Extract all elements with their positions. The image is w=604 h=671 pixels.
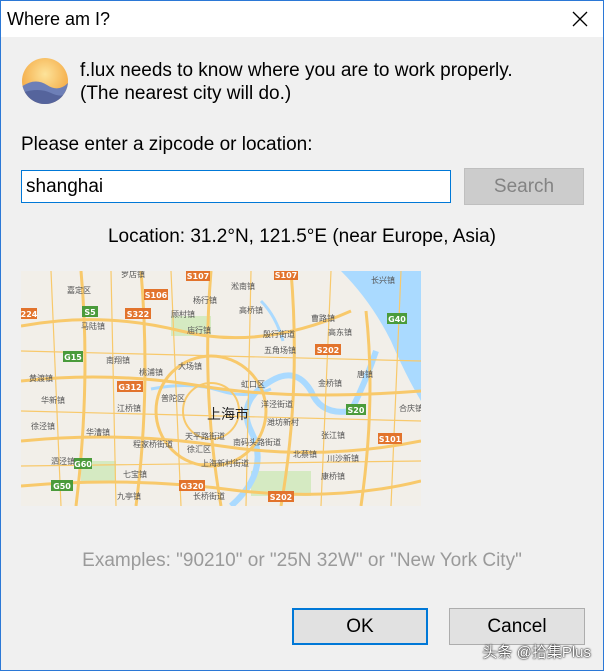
map-place-label: 嘉定区 bbox=[67, 285, 91, 295]
close-icon bbox=[572, 11, 588, 27]
map-place-label: 泗泾镇 bbox=[51, 456, 75, 466]
map-city-label: 上海市 bbox=[207, 406, 249, 423]
map-place-label: 杨行镇 bbox=[193, 295, 217, 305]
map-place-label: 庙行镇 bbox=[187, 325, 211, 335]
map-place-label: 虹口区 bbox=[241, 380, 265, 389]
map-place-label: 合庆镇 bbox=[399, 403, 421, 413]
map-road-badge: S107 bbox=[187, 272, 209, 281]
map-place-label: 顾村镇 bbox=[171, 309, 195, 319]
map-place-label: 五角场镇 bbox=[264, 345, 296, 355]
map-place-label: 江桥镇 bbox=[117, 403, 141, 413]
map-place-label: 川沙新镇 bbox=[327, 453, 359, 463]
map-road-badge: G320 bbox=[180, 482, 204, 491]
map-place-label: 华新镇 bbox=[41, 395, 65, 405]
location-prompt-label: Please enter a zipcode or location: bbox=[21, 134, 313, 155]
location-input[interactable] bbox=[21, 170, 451, 203]
map-place-label: 淞南镇 bbox=[231, 281, 255, 291]
map-place-label: 南码头路街道 bbox=[233, 437, 281, 447]
map-road-badge: S106 bbox=[145, 291, 168, 300]
map-place-label: 南翔镇 bbox=[106, 355, 130, 365]
map-place-label: 高东镇 bbox=[328, 327, 352, 337]
info-message: f.lux needs to know where you are to wor… bbox=[80, 59, 513, 105]
map-place-label: 潍坊新村 bbox=[267, 417, 299, 427]
dialog-window: Where am I? f.lux needs to know where yo… bbox=[0, 0, 604, 671]
map-road-badge: S322 bbox=[127, 310, 149, 319]
map-place-label: 徐泾镇 bbox=[31, 421, 55, 431]
map-place-label: 洋泾街道 bbox=[261, 399, 293, 409]
search-button[interactable]: Search bbox=[464, 168, 584, 205]
map-place-label: 马陆镇 bbox=[81, 321, 105, 331]
map-road-badge: S107 bbox=[275, 271, 297, 280]
map-road-badge: G312 bbox=[118, 383, 141, 392]
cancel-button[interactable]: Cancel bbox=[449, 608, 585, 645]
map-place-label: 桃浦镇 bbox=[139, 367, 163, 377]
map-road-badge: S5 bbox=[84, 308, 96, 317]
map-place-label: 罗店镇 bbox=[121, 271, 145, 279]
map-place-label: 天平路街道 bbox=[185, 431, 225, 441]
message-line-2: (The nearest city will do.) bbox=[80, 83, 292, 104]
location-map[interactable]: S107 S106 S5 S322 G15 G312 S202 G40 S20 … bbox=[21, 271, 421, 506]
window-title: Where am I? bbox=[7, 9, 111, 29]
map-place-label: 长桥街道 bbox=[193, 491, 225, 501]
map-place-label: 上海新村街道 bbox=[201, 458, 249, 468]
ok-button[interactable]: OK bbox=[292, 608, 428, 645]
map-place-label: 北蔡镇 bbox=[293, 449, 317, 459]
map-road-badge: G50 bbox=[53, 482, 71, 491]
map-place-label: 程家桥街道 bbox=[133, 439, 173, 449]
message-line-1: f.lux needs to know where you are to wor… bbox=[80, 60, 513, 81]
map-place-label: 金桥镇 bbox=[318, 378, 342, 388]
map-place-label: 殷行街道 bbox=[263, 329, 295, 339]
map-place-label: 华漕镇 bbox=[86, 427, 110, 437]
map-place-label: 九亭镇 bbox=[117, 491, 141, 501]
watermark: 头条 @拾集Plus bbox=[482, 644, 591, 661]
map-road-badge: S202 bbox=[317, 346, 339, 355]
map-place-label: 大场镇 bbox=[178, 361, 202, 371]
flux-logo-icon bbox=[22, 58, 68, 104]
map-place-label: 普陀区 bbox=[161, 393, 185, 403]
map-place-label: 康桥镇 bbox=[321, 471, 345, 481]
examples-hint: Examples: "90210" or "25N 32W" or "New Y… bbox=[82, 550, 522, 571]
close-button[interactable] bbox=[557, 1, 603, 37]
map-road-badge: S202 bbox=[270, 493, 292, 502]
map-place-label: 长兴镇 bbox=[371, 275, 395, 285]
map-road-badge: S20 bbox=[348, 406, 365, 415]
map-road-badge: G15 bbox=[64, 353, 82, 362]
map-place-label: 七宝镇 bbox=[123, 469, 147, 479]
map-place-label: 黄渡镇 bbox=[29, 373, 53, 383]
map-road-badge: G60 bbox=[74, 460, 92, 469]
map-road-badge: G40 bbox=[388, 315, 406, 324]
map-place-label: 唐镇 bbox=[357, 369, 373, 379]
title-bar[interactable]: Where am I? bbox=[1, 1, 603, 37]
map-place-label: 张江镇 bbox=[321, 430, 345, 440]
map-road-badge: S101 bbox=[379, 435, 402, 444]
map-place-label: 高桥镇 bbox=[239, 305, 263, 315]
map-place-label: 曹路镇 bbox=[311, 313, 335, 323]
map-road-badge: 224 bbox=[21, 310, 38, 319]
location-readout: Location: 31.2°N, 121.5°E (near Europe, … bbox=[107, 226, 497, 247]
map-place-label: 徐汇区 bbox=[187, 444, 211, 454]
